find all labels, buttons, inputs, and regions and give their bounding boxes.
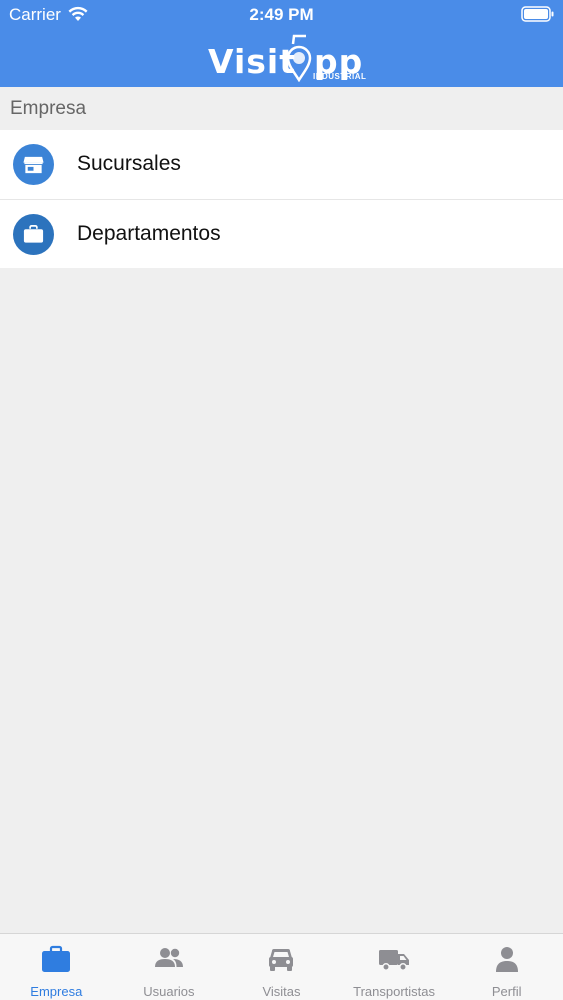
store-icon bbox=[13, 144, 54, 185]
tab-usuarios[interactable]: Usuarios bbox=[113, 934, 226, 1000]
battery-icon bbox=[521, 6, 554, 22]
person-icon bbox=[495, 947, 518, 972]
app-logo: Visit pp INDUSTRIAL bbox=[200, 30, 367, 86]
settings-list: Sucursales Departamentos bbox=[0, 130, 563, 268]
briefcase-icon bbox=[13, 214, 54, 255]
tab-visitas[interactable]: Visitas bbox=[225, 934, 338, 1000]
tab-label: Transportistas bbox=[353, 984, 436, 999]
list-item-label: Departamentos bbox=[77, 222, 221, 245]
logo-subtitle: INDUSTRIAL bbox=[313, 72, 367, 81]
briefcase-icon bbox=[42, 945, 71, 972]
tab-label: Empresa bbox=[30, 984, 83, 999]
location-pin-icon bbox=[286, 34, 312, 82]
tab-empresa[interactable]: Empresa bbox=[0, 934, 113, 1000]
list-item-label: Sucursales bbox=[77, 152, 181, 175]
section-header: Empresa bbox=[0, 87, 563, 130]
section-title: Empresa bbox=[10, 98, 87, 119]
tab-transportistas[interactable]: Transportistas bbox=[338, 934, 451, 1000]
truck-icon bbox=[379, 950, 410, 971]
tab-bar: Empresa Usuarios Visitas Transportistas … bbox=[0, 933, 563, 1000]
list-item-departamentos[interactable]: Departamentos bbox=[0, 199, 563, 268]
tab-label: Visitas bbox=[262, 984, 301, 999]
users-icon bbox=[154, 948, 183, 967]
list-item-sucursales[interactable]: Sucursales bbox=[0, 130, 563, 199]
car-icon bbox=[269, 949, 294, 971]
logo-text: Visit bbox=[208, 42, 296, 81]
app-header: Carrier 2:49 PM Visit pp INDUSTRIAL bbox=[0, 0, 563, 87]
status-time: 2:49 PM bbox=[249, 5, 314, 24]
tab-perfil[interactable]: Perfil bbox=[450, 934, 563, 1000]
tab-label: Perfil bbox=[491, 984, 522, 999]
tab-label: Usuarios bbox=[143, 984, 195, 999]
status-bar: Carrier 2:49 PM bbox=[0, 0, 563, 30]
